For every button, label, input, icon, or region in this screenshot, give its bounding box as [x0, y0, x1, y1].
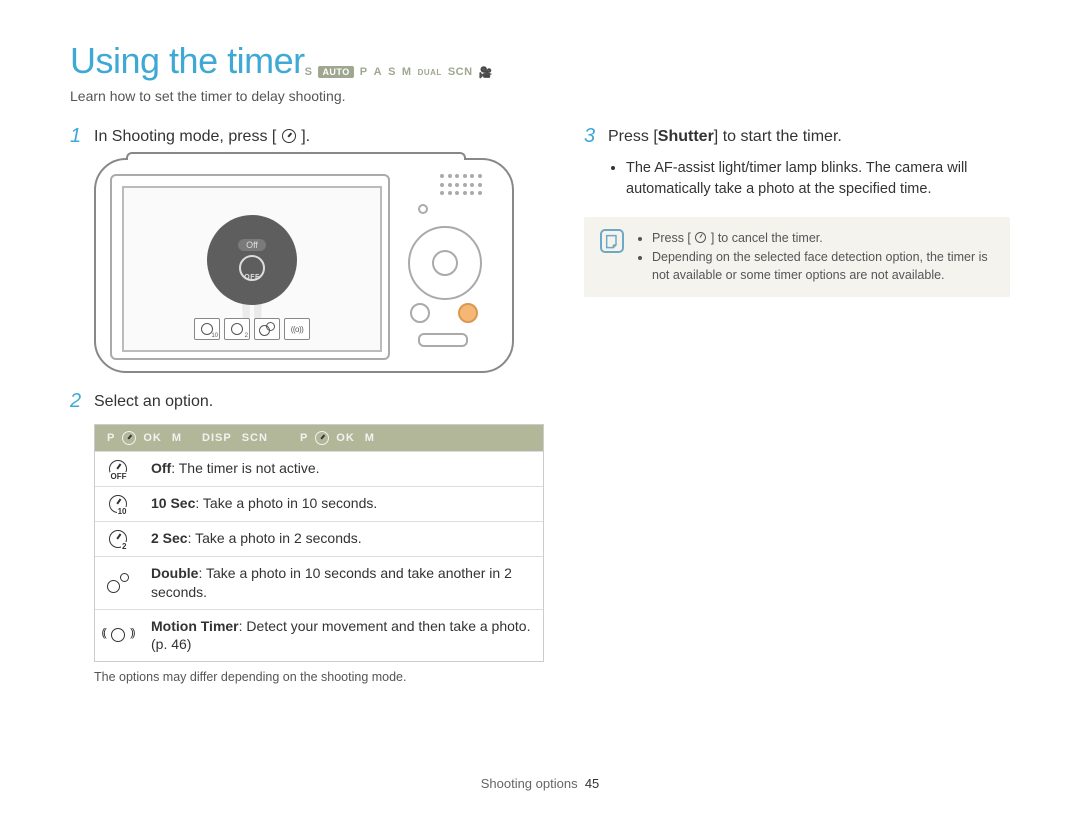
step-3-text-a: Press [ [608, 128, 658, 145]
step-number: 3 [584, 126, 598, 146]
mode-icon: AUTO [318, 66, 353, 78]
step-number: 1 [70, 126, 84, 146]
hdr-label: OK [332, 432, 359, 444]
screen-option-row: 10 2 ((o)) [194, 318, 310, 340]
option-row-2s: 2 2 Sec: Take a photo in 2 seconds. [95, 521, 543, 556]
opt-2s-icon: 2 [224, 318, 250, 340]
opt-10s-icon: 10 [194, 318, 220, 340]
left-column: 1 In Shooting mode, press [ ]. O [70, 126, 544, 684]
mode-icon: A [374, 66, 382, 78]
hdr-label: M [168, 432, 186, 444]
step-1-text: In Shooting mode, press [ ]. [94, 126, 310, 148]
footer-section: Shooting options [481, 776, 578, 791]
option-row-10s: 10 10 Sec: Take a photo in 10 seconds. [95, 486, 543, 521]
hdr-label: DISP [198, 432, 236, 444]
timer-off-icon: OFF [109, 460, 127, 478]
dpad [408, 226, 482, 300]
hdr-label: P [103, 432, 119, 444]
opt-motion-icon: ((o)) [284, 318, 310, 340]
note-icon [600, 229, 624, 253]
timer-motion-icon [104, 626, 132, 644]
step-2-text: Select an option. [94, 391, 213, 413]
option-row-off: OFF Off: The timer is not active. [95, 451, 543, 486]
bottom-pad [418, 333, 468, 347]
indicator-lamp [418, 204, 428, 214]
fn-button [458, 303, 478, 323]
step-number: 2 [70, 391, 84, 411]
timer-double-icon [107, 573, 129, 593]
option-desc: : Take a photo in 10 seconds and take an… [151, 565, 512, 600]
note-item: Press [ ] to cancel the timer. [652, 229, 994, 248]
page-footer: Shooting options 45 [0, 776, 1080, 791]
dial-off-pill: Off [238, 239, 266, 251]
timer-dial: Off OFF [207, 215, 297, 305]
step-1-text-a: In Shooting mode, press [ [94, 128, 276, 145]
option-name: 10 Sec [151, 495, 195, 511]
option-desc: : The timer is not active. [171, 460, 319, 476]
camera-illustration: Off OFF 10 2 ((o)) [94, 158, 514, 373]
timer-icon [315, 431, 329, 445]
step-3-text-bold: Shutter [658, 128, 714, 145]
option-name: Off [151, 460, 171, 476]
hdr-label: OK [139, 432, 166, 444]
option-name: Motion Timer [151, 618, 239, 634]
option-row-double: Double: Take a photo in 10 seconds and t… [95, 556, 543, 609]
speaker-grille [440, 174, 482, 196]
step-3-bullets: The AF-assist light/timer lamp blinks. T… [608, 158, 1010, 199]
timer-icon [122, 431, 136, 445]
option-desc: : Take a photo in 10 seconds. [195, 495, 377, 511]
page-subtitle: Learn how to set the timer to delay shoo… [70, 88, 1010, 104]
mode-icon: S [388, 66, 396, 78]
opt-double-icon [254, 318, 280, 340]
step-3-text: Press [Shutter] to start the timer. [608, 126, 842, 148]
note-item: Depending on the selected face detection… [652, 248, 994, 286]
timer-2s-icon: 2 [109, 530, 127, 548]
mode-icon-row: S AUTO P A S M DUAL SCN 🎥 [305, 66, 493, 79]
note-box: Press [ ] to cancel the timer. Depending… [584, 217, 1010, 297]
mode-icon: S [305, 66, 313, 78]
movie-icon: 🎥 [479, 66, 493, 79]
option-name: 2 Sec [151, 530, 188, 546]
bullet-item: The AF-assist light/timer lamp blinks. T… [626, 158, 1010, 199]
right-column: 3 Press [Shutter] to start the timer. Th… [584, 126, 1010, 684]
mode-icon: M [402, 66, 412, 78]
step-3-text-b: ] to start the timer. [714, 128, 842, 145]
options-table-header: P OK M DISP SCN P OK M [95, 425, 543, 451]
option-desc: : Take a photo in 2 seconds. [188, 530, 362, 546]
option-row-motion: Motion Timer: Detect your movement and t… [95, 609, 543, 662]
note-text-a: Press [ [652, 231, 691, 245]
page-title: Using the timer [70, 40, 305, 82]
step-1-text-b: ]. [301, 128, 310, 145]
options-footnote: The options may differ depending on the … [94, 670, 544, 684]
options-table: P OK M DISP SCN P OK M OFF Off: The time… [94, 424, 544, 663]
hdr-label: P [296, 432, 312, 444]
page-number: 45 [585, 776, 599, 791]
option-name: Double [151, 565, 198, 581]
dial-off-icon: OFF [239, 255, 265, 281]
mode-icon: SCN [448, 66, 473, 78]
timer-icon [282, 129, 296, 143]
hdr-label: SCN [238, 432, 272, 444]
mode-icon: P [360, 66, 368, 78]
timer-10s-icon: 10 [109, 495, 127, 513]
menu-button [410, 303, 430, 323]
note-text-b: ] to cancel the timer. [711, 231, 823, 245]
mode-icon: DUAL [418, 68, 442, 77]
hdr-label: M [361, 432, 379, 444]
timer-icon [695, 232, 706, 243]
